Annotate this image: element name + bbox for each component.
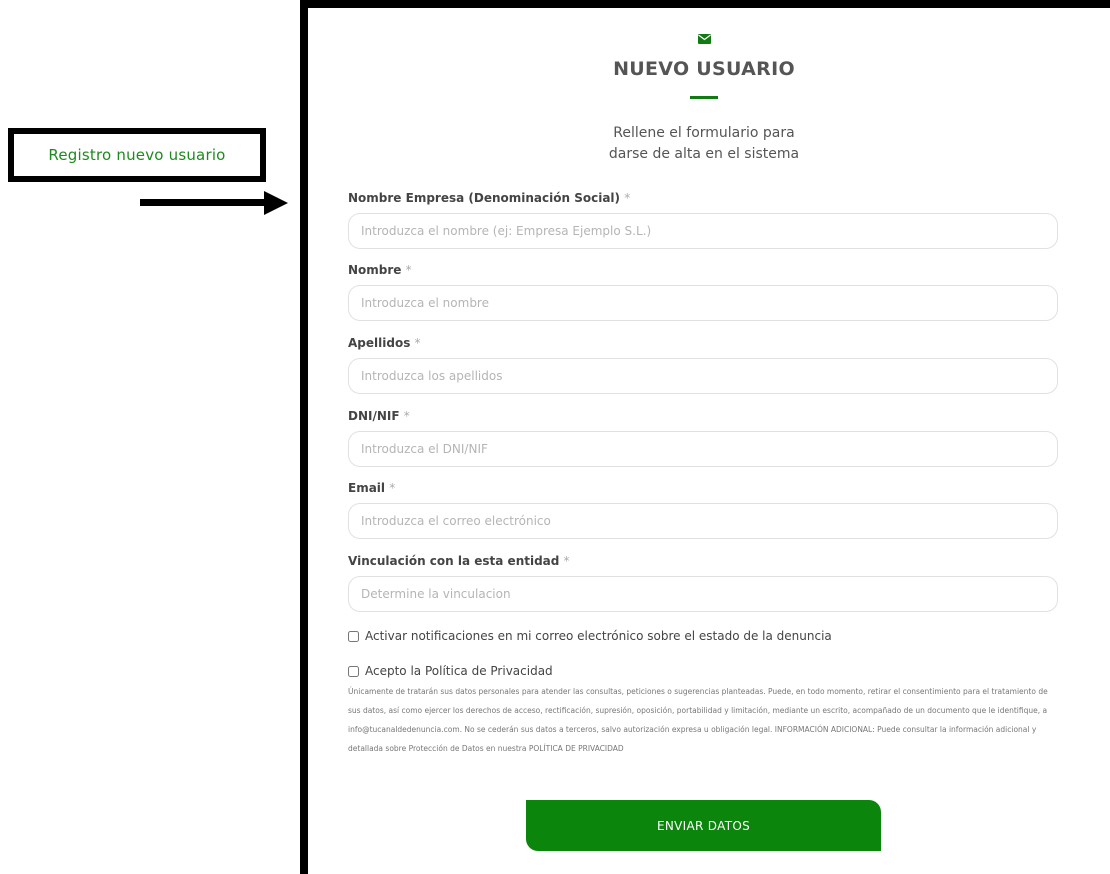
entity-link-label-text: Vinculación con la esta entidad [348, 554, 560, 568]
notifications-checkbox-row[interactable]: Activar notificaciones en mi correo elec… [348, 629, 832, 643]
submit-button[interactable]: ENVIAR DATOS [526, 800, 881, 851]
required-mark: * [624, 191, 631, 205]
dni-nif-label-text: DNI/NIF [348, 409, 400, 423]
dni-nif-label: DNI/NIF * [348, 409, 410, 423]
subtitle-line-1: Rellene el formulario para [613, 125, 795, 141]
first-name-label: Nombre * [348, 263, 412, 277]
email-input[interactable] [348, 503, 1058, 539]
page-title: NUEVO USUARIO [613, 58, 795, 80]
arrow-shaft [140, 199, 268, 206]
first-name-label-text: Nombre [348, 263, 402, 277]
required-mark: * [403, 409, 410, 423]
required-mark: * [389, 481, 396, 495]
arrow-right-icon [264, 191, 288, 215]
entity-link-input[interactable] [348, 576, 1058, 612]
first-name-input[interactable] [348, 285, 1058, 321]
required-mark: * [414, 336, 421, 350]
last-name-label: Apellidos * [348, 336, 421, 350]
required-mark: * [405, 263, 412, 277]
envelope-icon [698, 34, 711, 44]
registration-form-panel: NUEVO USUARIO Rellene el formulario para… [300, 0, 1110, 874]
email-label: Email * [348, 481, 395, 495]
page-subtitle: Rellene el formulario para darse de alta… [348, 123, 1060, 165]
callout-label: Registro nuevo usuario [48, 146, 226, 164]
last-name-label-text: Apellidos [348, 336, 411, 350]
company-name-label-text: Nombre Empresa (Denominación Social) [348, 191, 621, 205]
privacy-checkbox[interactable] [348, 665, 359, 677]
callout-registro-nuevo-usuario: Registro nuevo usuario [8, 128, 266, 182]
required-mark: * [563, 554, 570, 568]
company-name-input[interactable] [348, 213, 1058, 249]
privacy-checkbox-row[interactable]: Acepto la Política de Privacidad [348, 664, 553, 678]
subtitle-line-2: darse de alta en el sistema [608, 146, 800, 162]
dni-nif-input[interactable] [348, 431, 1058, 467]
entity-link-label: Vinculación con la esta entidad * [348, 554, 570, 568]
notifications-checkbox[interactable] [348, 630, 359, 642]
title-underline [690, 96, 718, 99]
company-name-label: Nombre Empresa (Denominación Social) * [348, 191, 630, 205]
privacy-checkbox-label: Acepto la Política de Privacidad [365, 664, 553, 678]
privacy-legal-text: Únicamente de tratarán sus datos persona… [348, 687, 1048, 753]
last-name-input[interactable] [348, 358, 1058, 394]
notifications-checkbox-label: Activar notificaciones en mi correo elec… [365, 629, 832, 643]
email-label-text: Email [348, 481, 386, 495]
